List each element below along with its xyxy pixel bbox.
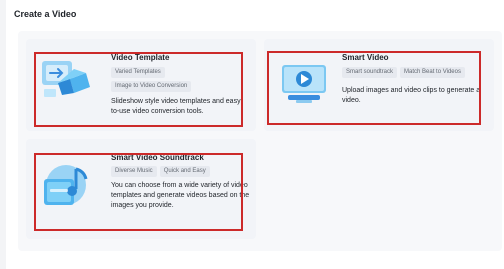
highlight-box-video-template — [34, 52, 243, 127]
page-title: Create a Video — [14, 9, 77, 19]
highlight-box-soundtrack — [34, 153, 243, 231]
highlight-box-smart-video — [267, 51, 481, 125]
create-video-panel: Create a Video Video Template Varied Tem… — [6, 0, 504, 269]
